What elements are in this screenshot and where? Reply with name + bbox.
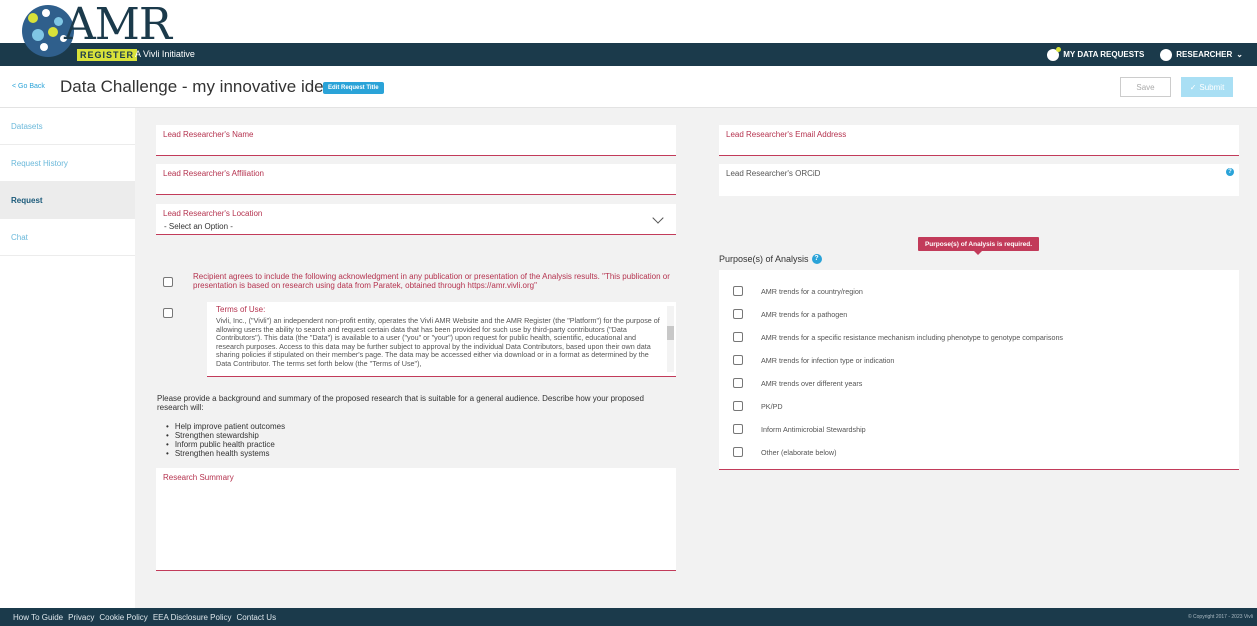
nav-right: MY DATA REQUESTS RESEARCHER ⌄ [1047, 43, 1243, 66]
purpose-option[interactable]: AMR trends for a country/region [733, 285, 863, 297]
purpose-option-label: Inform Antimicrobial Stewardship [761, 424, 866, 434]
checkbox[interactable] [733, 447, 743, 457]
checkbox[interactable] [733, 378, 743, 388]
lead-name-label: Lead Researcher's Name [163, 130, 254, 139]
amr-register-logo[interactable]: AMR REGISTER A Vivli Initiative [22, 0, 222, 65]
page-title: Data Challenge - my innovative idea [60, 77, 334, 96]
sidebar: Datasets Request History Request Chat [0, 108, 135, 608]
user-avatar-icon [1160, 48, 1173, 61]
acknowledgment-text: Recipient agrees to include the followin… [193, 272, 670, 290]
my-data-requests-label: MY DATA REQUESTS [1063, 50, 1145, 59]
sidebar-item-chat[interactable]: Chat [0, 219, 135, 256]
research-prompt: Please provide a background and summary … [157, 394, 644, 412]
purpose-option[interactable]: PK/PD [733, 400, 783, 412]
purpose-option-label: AMR trends over different years [761, 378, 863, 388]
list-item: Inform public health practice [166, 440, 285, 449]
lead-affiliation-label: Lead Researcher's Affiliation [163, 169, 264, 178]
purpose-error-tooltip: Purpose(s) of Analysis is required. [918, 237, 1039, 251]
list-item: Strengthen health systems [166, 449, 285, 458]
lead-location-label: Lead Researcher's Location [163, 209, 263, 218]
check-icon: ✓ [1189, 82, 1197, 92]
lead-location-select[interactable]: Lead Researcher's Location - Select an O… [156, 204, 676, 235]
terms-body: Vivli, Inc., ("Vivli") an independent no… [216, 316, 660, 368]
purpose-option-label: AMR trends for a pathogen [761, 309, 848, 319]
sidebar-item-request-history[interactable]: Request History [0, 145, 135, 182]
save-button[interactable]: Save [1120, 77, 1171, 97]
chevron-down-icon: ⌄ [1236, 50, 1243, 59]
lead-name-field[interactable]: Lead Researcher's Name [156, 125, 676, 156]
save-label: Save [1136, 82, 1155, 92]
data-requests-icon [1047, 46, 1062, 61]
purpose-label: Purpose(s) of Analysis ? [719, 254, 822, 264]
lead-email-label: Lead Researcher's Email Address [726, 130, 847, 139]
purpose-option-label: Other (elaborate below) [761, 447, 837, 457]
checkbox[interactable] [733, 424, 743, 434]
purpose-option-label: AMR trends for a specific resistance mec… [761, 332, 1064, 342]
lead-affiliation-field[interactable]: Lead Researcher's Affiliation [156, 164, 676, 195]
lead-orcid-label: Lead Researcher's ORCiD [726, 169, 821, 178]
purpose-option[interactable]: AMR trends for infection type or indicat… [733, 354, 894, 366]
research-goals-list: Help improve patient outcomes Strengthen… [166, 422, 285, 458]
terms-of-use-box[interactable]: Terms of Use: Vivli, Inc., ("Vivli") an … [207, 302, 676, 377]
researcher-menu[interactable]: RESEARCHER ⌄ [1160, 48, 1243, 61]
edit-request-title-button[interactable]: Edit Request Title [323, 82, 384, 94]
logo-register-badge: REGISTER [77, 49, 138, 61]
purpose-option-label: AMR trends for infection type or indicat… [761, 355, 895, 365]
footer-links: How To Guide Privacy Cookie Policy EEA D… [13, 613, 276, 622]
footer-link-contact-us[interactable]: Contact Us [237, 613, 277, 622]
checkbox[interactable] [733, 286, 743, 296]
purpose-option[interactable]: AMR trends for a pathogen [733, 308, 847, 320]
checkbox[interactable] [733, 355, 743, 365]
purpose-options-panel: AMR trends for a country/region AMR tren… [719, 270, 1239, 470]
purpose-option[interactable]: AMR trends for a specific resistance mec… [733, 331, 1063, 343]
terms-title: Terms of Use: [216, 305, 266, 314]
help-icon[interactable]: ? [811, 254, 822, 264]
terms-checkbox[interactable] [163, 308, 173, 318]
footer-link-cookie-policy[interactable]: Cookie Policy [99, 613, 147, 622]
researcher-label: RESEARCHER [1176, 50, 1233, 59]
go-back-link[interactable]: < Go Back [12, 83, 45, 90]
tooltip-arrow [974, 251, 982, 255]
logo-subtitle: A Vivli Initiative [135, 49, 195, 59]
title-bar: < Go Back Data Challenge - my innovative… [0, 66, 1257, 108]
purpose-option[interactable]: Other (elaborate below) [733, 446, 837, 458]
research-summary-textarea[interactable]: Research Summary [156, 468, 676, 571]
sidebar-item-request[interactable]: Request [0, 182, 135, 219]
list-item: Strengthen stewardship [166, 431, 285, 440]
footer: How To Guide Privacy Cookie Policy EEA D… [0, 608, 1257, 626]
purpose-option-label: AMR trends for a country/region [761, 286, 863, 296]
copyright-text: © Copyright 2017 - 2023 Vivli [1187, 614, 1253, 620]
acknowledgment-checkbox[interactable] [163, 277, 173, 287]
footer-link-privacy[interactable]: Privacy [68, 613, 94, 622]
terms-scroll-thumb[interactable] [667, 326, 674, 340]
my-data-requests-link[interactable]: MY DATA REQUESTS [1047, 46, 1145, 61]
submit-button[interactable]: ✓ Submit [1181, 77, 1233, 97]
checkbox[interactable] [733, 309, 743, 319]
submit-label: Submit [1199, 82, 1225, 92]
lead-location-value: - Select an Option - [164, 222, 233, 231]
logo-wordmark: AMR [64, 0, 172, 50]
sidebar-item-datasets[interactable]: Datasets [0, 108, 135, 145]
list-item: Help improve patient outcomes [166, 422, 285, 431]
help-icon[interactable]: ? [1226, 168, 1234, 176]
lead-email-field[interactable]: Lead Researcher's Email Address [719, 125, 1239, 156]
purpose-label-text: Purpose(s) of Analysis [719, 254, 809, 264]
purpose-option-label: PK/PD [761, 401, 783, 411]
lead-orcid-field[interactable]: Lead Researcher's ORCiD ? [719, 164, 1239, 196]
footer-link-how-to-guide[interactable]: How To Guide [13, 613, 63, 622]
purpose-option[interactable]: Inform Antimicrobial Stewardship [733, 423, 866, 435]
chevron-down-icon [652, 212, 664, 224]
footer-link-eea-disclosure[interactable]: EEA Disclosure Policy [153, 613, 232, 622]
checkbox[interactable] [733, 332, 743, 342]
research-summary-label: Research Summary [163, 473, 234, 482]
checkbox[interactable] [733, 401, 743, 411]
purpose-option[interactable]: AMR trends over different years [733, 377, 862, 389]
